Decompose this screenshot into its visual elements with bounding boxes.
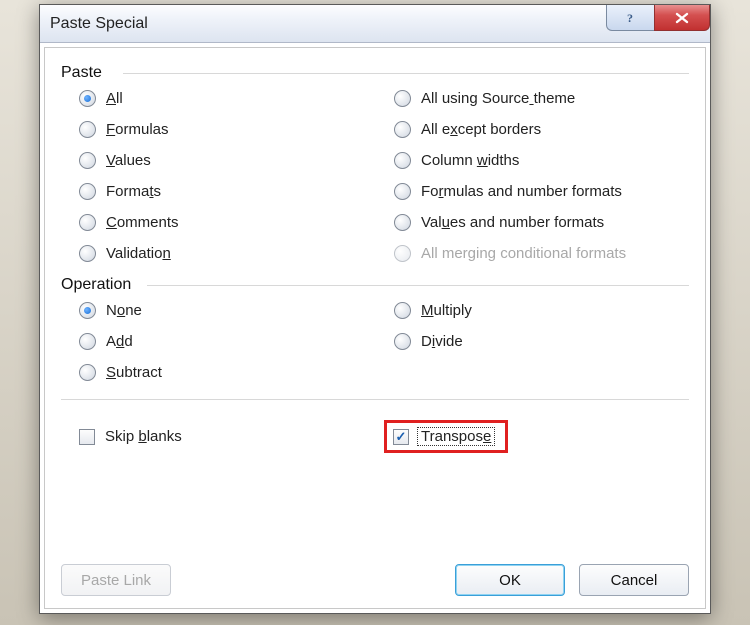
bottom-checks: Skip blanks ✓ Transpose bbox=[61, 420, 689, 453]
radio-values-number-formats[interactable]: Values and number formats bbox=[394, 214, 689, 231]
radio-icon bbox=[79, 90, 96, 107]
radio-dot-icon bbox=[84, 307, 91, 314]
check-mark-icon: ✓ bbox=[396, 430, 407, 443]
radio-icon bbox=[79, 302, 96, 319]
radio-icon bbox=[394, 245, 411, 262]
radio-icon bbox=[79, 214, 96, 231]
button-row: Paste Link OK Cancel bbox=[61, 558, 689, 596]
ok-button[interactable]: OK bbox=[455, 564, 565, 596]
radio-label: Column widths bbox=[421, 152, 519, 169]
radio-comments[interactable]: Comments bbox=[79, 214, 374, 231]
help-icon: ? bbox=[624, 11, 638, 25]
radio-label: Values and number formats bbox=[421, 214, 604, 231]
paste-link-label: Paste Link bbox=[81, 572, 151, 589]
radio-dot-icon bbox=[84, 95, 91, 102]
radio-label: All except borders bbox=[421, 121, 541, 138]
checkbox-icon: ✓ bbox=[393, 429, 409, 445]
separator bbox=[61, 399, 689, 400]
radio-merging-conditional: All merging conditional formats bbox=[394, 245, 689, 262]
radio-formats[interactable]: Formats bbox=[79, 183, 374, 200]
radio-label: Subtract bbox=[106, 364, 162, 381]
radio-icon bbox=[394, 90, 411, 107]
radio-validation[interactable]: Validation bbox=[79, 245, 374, 262]
radio-label: Formats bbox=[106, 183, 161, 200]
radio-icon bbox=[394, 214, 411, 231]
radio-label: Values bbox=[106, 152, 151, 169]
radio-icon bbox=[79, 183, 96, 200]
paste-special-dialog: Paste Special ? Paste All All using Sourc… bbox=[39, 4, 711, 614]
radio-icon bbox=[79, 364, 96, 381]
help-button[interactable]: ? bbox=[606, 5, 654, 31]
radio-label: Divide bbox=[421, 333, 463, 350]
transpose-highlight: ✓ Transpose bbox=[384, 420, 508, 453]
radio-except-borders[interactable]: All except borders bbox=[394, 121, 689, 138]
radio-label: Multiply bbox=[421, 302, 472, 319]
operation-group-label: Operation bbox=[61, 276, 689, 294]
radio-divide[interactable]: Divide bbox=[394, 333, 689, 350]
radio-values[interactable]: Values bbox=[79, 152, 374, 169]
radio-label: Add bbox=[106, 333, 133, 350]
radio-add[interactable]: Add bbox=[79, 333, 374, 350]
titlebar[interactable]: Paste Special ? bbox=[40, 5, 710, 43]
svg-text:?: ? bbox=[627, 11, 633, 25]
dialog-client: Paste AllAll using Source themeFormulasA… bbox=[44, 47, 706, 609]
radio-label: Formulas and number formats bbox=[421, 183, 622, 200]
ok-label: OK bbox=[499, 572, 521, 589]
radio-icon bbox=[79, 121, 96, 138]
transpose-label: Transpose bbox=[417, 427, 495, 446]
checkbox-icon bbox=[79, 429, 95, 445]
radio-multiply[interactable]: Multiply bbox=[394, 302, 689, 319]
radio-formulas[interactable]: Formulas bbox=[79, 121, 374, 138]
radio-all[interactable]: All bbox=[79, 90, 374, 107]
radio-source-theme[interactable]: All using Source theme bbox=[394, 90, 689, 107]
skip-blanks-label: Skip blanks bbox=[105, 428, 182, 445]
radio-icon bbox=[394, 183, 411, 200]
paste-group-label: Paste bbox=[61, 64, 689, 82]
radio-label: Validation bbox=[106, 245, 171, 262]
radio-icon bbox=[394, 302, 411, 319]
radio-icon bbox=[394, 333, 411, 350]
operation-grid: None Multiply Add Divide Subtract bbox=[61, 302, 689, 381]
window-title: Paste Special bbox=[50, 15, 148, 33]
radio-label: Formulas bbox=[106, 121, 169, 138]
radio-icon bbox=[79, 152, 96, 169]
radio-subtract[interactable]: Subtract bbox=[79, 364, 374, 381]
paste-grid: All All using Source theme Formulas All exc… bbox=[61, 90, 689, 262]
cancel-label: Cancel bbox=[611, 572, 658, 589]
window-controls: ? bbox=[606, 5, 710, 31]
radio-label: All merging conditional formats bbox=[421, 245, 626, 262]
radio-label: All bbox=[106, 90, 123, 107]
skip-blanks-check[interactable]: Skip blanks bbox=[79, 420, 384, 453]
radio-icon bbox=[79, 333, 96, 350]
radio-icon bbox=[79, 245, 96, 262]
paste-link-button[interactable]: Paste Link bbox=[61, 564, 171, 596]
radio-column-widths[interactable]: Column widths bbox=[394, 152, 689, 169]
radio-icon bbox=[394, 152, 411, 169]
close-icon bbox=[673, 11, 691, 25]
close-button[interactable] bbox=[654, 5, 710, 31]
transpose-check[interactable]: ✓ Transpose bbox=[393, 427, 495, 446]
radio-label: None bbox=[106, 302, 142, 319]
radio-none[interactable]: None bbox=[79, 302, 374, 319]
cancel-button[interactable]: Cancel bbox=[579, 564, 689, 596]
radio-formulas-number-formats[interactable]: Formulas and number formats bbox=[394, 183, 689, 200]
radio-label: All using Source theme bbox=[421, 90, 575, 107]
radio-label: Comments bbox=[106, 214, 179, 231]
radio-icon bbox=[394, 121, 411, 138]
